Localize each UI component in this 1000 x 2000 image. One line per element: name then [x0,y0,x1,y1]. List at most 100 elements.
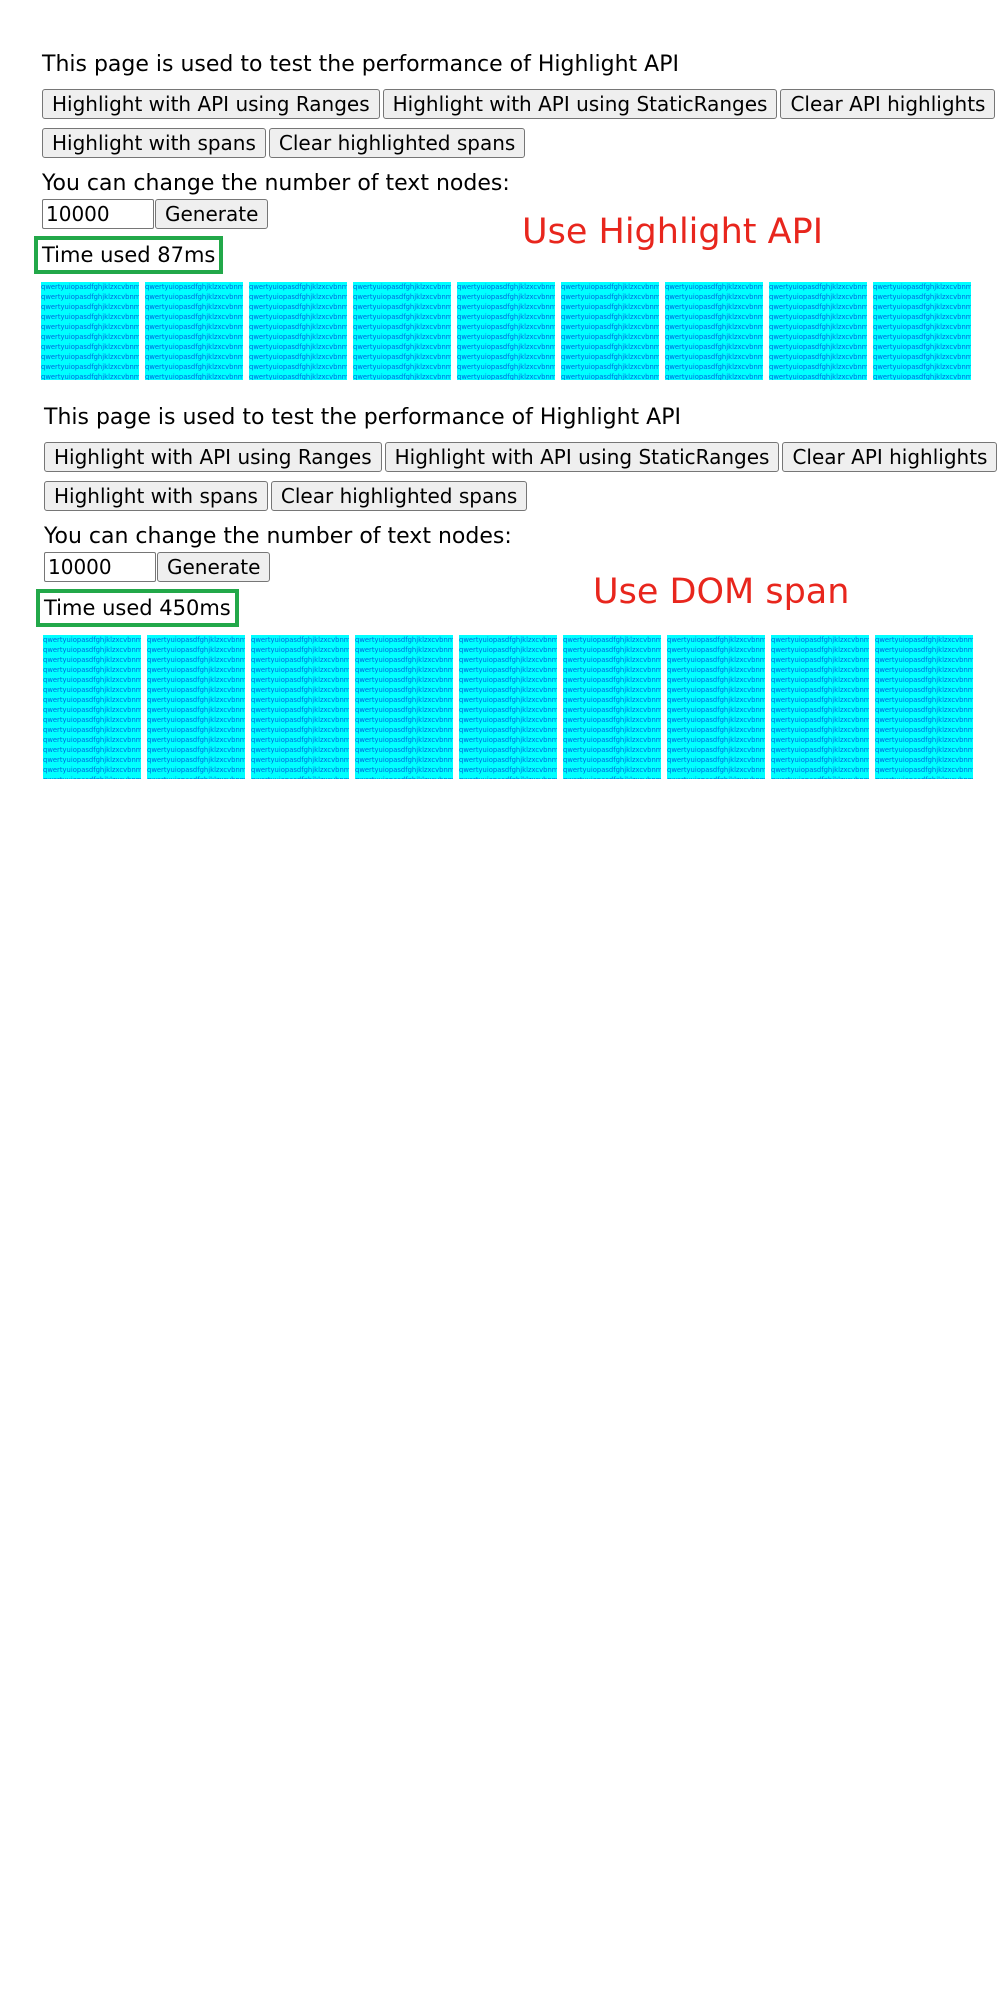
text-node: qwertyuiopasdfghjklzxcvbnm [771,666,869,674]
text-node: qwertyuiopasdfghjklzxcvbnm [41,373,139,380]
text-node: qwertyuiopasdfghjklzxcvbnm [43,666,141,674]
text-node: qwertyuiopasdfghjklzxcvbnm [875,636,973,644]
text-node: qwertyuiopasdfghjklzxcvbnm [43,636,141,644]
text-node: qwertyuiopasdfghjklzxcvbnm [769,363,867,371]
highlight-static-ranges-button[interactable]: Highlight with API using StaticRanges [382,89,778,119]
text-node: qwertyuiopasdfghjklzxcvbnm [561,313,659,321]
clear-api-highlights-button[interactable]: Clear API highlights [780,89,996,119]
text-node: qwertyuiopasdfghjklzxcvbnm [355,706,453,714]
text-node: qwertyuiopasdfghjklzxcvbnm [667,676,765,684]
text-node: qwertyuiopasdfghjklzxcvbnm [41,333,139,341]
text-node: qwertyuiopasdfghjklzxcvbnm [355,686,453,694]
text-node: qwertyuiopasdfghjklzxcvbnm [145,343,243,351]
text-node: qwertyuiopasdfghjklzxcvbnm [875,666,973,674]
text-node: qwertyuiopasdfghjklzxcvbnm [561,323,659,331]
text-node: qwertyuiopasdfghjklzxcvbnm [459,716,557,724]
text-node: qwertyuiopasdfghjklzxcvbnm [457,303,555,311]
generate-button[interactable]: Generate [157,552,271,582]
span-button-row: Highlight with spans Clear highlighted s… [44,481,984,511]
text-node-column: qwertyuiopasdfghjklzxcvbnm qwertyuiopasdf… [875,635,973,779]
text-node: qwertyuiopasdfghjklzxcvbnm [457,343,555,351]
highlight-spans-button[interactable]: Highlight with spans [42,128,266,158]
text-node: qwertyuiopasdfghjklzxcvbnm [873,303,971,311]
text-node: qwertyuiopasdfghjklzxcvbnm [875,775,973,779]
highlight-ranges-button[interactable]: Highlight with API using Ranges [44,442,382,472]
text-node: qwertyuiopasdfghjklzxcvbnm [875,676,973,684]
highlight-spans-button[interactable]: Highlight with spans [44,481,268,511]
text-node: qwertyuiopasdfghjklzxcvbnm [563,666,661,674]
text-node: qwertyuiopasdfghjklzxcvbnm [771,716,869,724]
text-node: qwertyuiopasdfghjklzxcvbnm [251,646,349,654]
highlight-api-annotation: Use Highlight API [522,212,824,252]
text-node: qwertyuiopasdfghjklzxcvbnm [249,353,347,361]
text-node: qwertyuiopasdfghjklzxcvbnm [43,766,141,774]
text-node: qwertyuiopasdfghjklzxcvbnm [771,636,869,644]
text-node-column: qwertyuiopasdfghjklzxcvbnm qwertyuiopasdf… [665,282,763,380]
text-node: qwertyuiopasdfghjklzxcvbnm [355,756,453,764]
text-node: qwertyuiopasdfghjklzxcvbnm [251,706,349,714]
text-node: qwertyuiopasdfghjklzxcvbnm [147,716,245,724]
text-node: qwertyuiopasdfghjklzxcvbnm [43,686,141,694]
text-node: qwertyuiopasdfghjklzxcvbnm [667,726,765,734]
text-node: qwertyuiopasdfghjklzxcvbnm [147,726,245,734]
page-heading: This page is used to test the performanc… [44,405,681,430]
text-node: qwertyuiopasdfghjklzxcvbnm [43,696,141,704]
text-node: qwertyuiopasdfghjklzxcvbnm [355,666,453,674]
text-node: qwertyuiopasdfghjklzxcvbnm [667,696,765,704]
text-node: qwertyuiopasdfghjklzxcvbnm [43,736,141,744]
text-node: qwertyuiopasdfghjklzxcvbnm [147,766,245,774]
text-node: qwertyuiopasdfghjklzxcvbnm [353,373,451,380]
text-node: qwertyuiopasdfghjklzxcvbnm [145,293,243,301]
text-node: qwertyuiopasdfghjklzxcvbnm [355,656,453,664]
text-node: qwertyuiopasdfghjklzxcvbnm [563,775,661,779]
text-node: qwertyuiopasdfghjklzxcvbnm [771,686,869,694]
text-node: qwertyuiopasdfghjklzxcvbnm [459,666,557,674]
text-node: qwertyuiopasdfghjklzxcvbnm [43,726,141,734]
text-node: qwertyuiopasdfghjklzxcvbnm [769,283,867,291]
text-node: qwertyuiopasdfghjklzxcvbnm [873,343,971,351]
text-node: qwertyuiopasdfghjklzxcvbnm [667,646,765,654]
text-node: qwertyuiopasdfghjklzxcvbnm [43,706,141,714]
highlight-static-ranges-button[interactable]: Highlight with API using StaticRanges [384,442,780,472]
text-node-column: qwertyuiopasdfghjklzxcvbnm qwertyuiopasdf… [459,635,557,779]
text-node: qwertyuiopasdfghjklzxcvbnm [771,726,869,734]
text-node: qwertyuiopasdfghjklzxcvbnm [353,363,451,371]
text-node: qwertyuiopasdfghjklzxcvbnm [563,706,661,714]
text-node: qwertyuiopasdfghjklzxcvbnm [457,353,555,361]
text-node: qwertyuiopasdfghjklzxcvbnm [43,646,141,654]
text-node: qwertyuiopasdfghjklzxcvbnm [41,313,139,321]
node-count-input[interactable] [42,199,154,229]
text-node: qwertyuiopasdfghjklzxcvbnm [251,775,349,779]
node-count-input[interactable] [44,552,156,582]
text-node: qwertyuiopasdfghjklzxcvbnm [667,666,765,674]
text-node: qwertyuiopasdfghjklzxcvbnm [873,293,971,301]
text-node: qwertyuiopasdfghjklzxcvbnm [665,363,763,371]
text-node: qwertyuiopasdfghjklzxcvbnm [249,373,347,380]
text-node: qwertyuiopasdfghjklzxcvbnm [873,353,971,361]
text-node: qwertyuiopasdfghjklzxcvbnm [667,686,765,694]
highlight-ranges-button[interactable]: Highlight with API using Ranges [42,89,380,119]
text-node: qwertyuiopasdfghjklzxcvbnm [355,775,453,779]
text-node: qwertyuiopasdfghjklzxcvbnm [561,363,659,371]
generate-button[interactable]: Generate [155,199,269,229]
text-node: qwertyuiopasdfghjklzxcvbnm [561,293,659,301]
text-node: qwertyuiopasdfghjklzxcvbnm [459,646,557,654]
text-node: qwertyuiopasdfghjklzxcvbnm [665,293,763,301]
text-node: qwertyuiopasdfghjklzxcvbnm [769,303,867,311]
text-node: qwertyuiopasdfghjklzxcvbnm [457,363,555,371]
text-node: qwertyuiopasdfghjklzxcvbnm [665,373,763,380]
text-node: qwertyuiopasdfghjklzxcvbnm [147,666,245,674]
text-node: qwertyuiopasdfghjklzxcvbnm [251,756,349,764]
text-node: qwertyuiopasdfghjklzxcvbnm [249,323,347,331]
text-node: qwertyuiopasdfghjklzxcvbnm [873,283,971,291]
text-node: qwertyuiopasdfghjklzxcvbnm [353,303,451,311]
text-node: qwertyuiopasdfghjklzxcvbnm [41,283,139,291]
text-node: qwertyuiopasdfghjklzxcvbnm [665,323,763,331]
text-node: qwertyuiopasdfghjklzxcvbnm [459,766,557,774]
text-node-column: qwertyuiopasdfghjklzxcvbnm qwertyuiopasdf… [43,635,141,779]
clear-spans-button[interactable]: Clear highlighted spans [268,128,526,158]
text-node: qwertyuiopasdfghjklzxcvbnm [43,746,141,754]
clear-spans-button[interactable]: Clear highlighted spans [270,481,528,511]
clear-api-highlights-button[interactable]: Clear API highlights [782,442,998,472]
text-node: qwertyuiopasdfghjklzxcvbnm [145,313,243,321]
